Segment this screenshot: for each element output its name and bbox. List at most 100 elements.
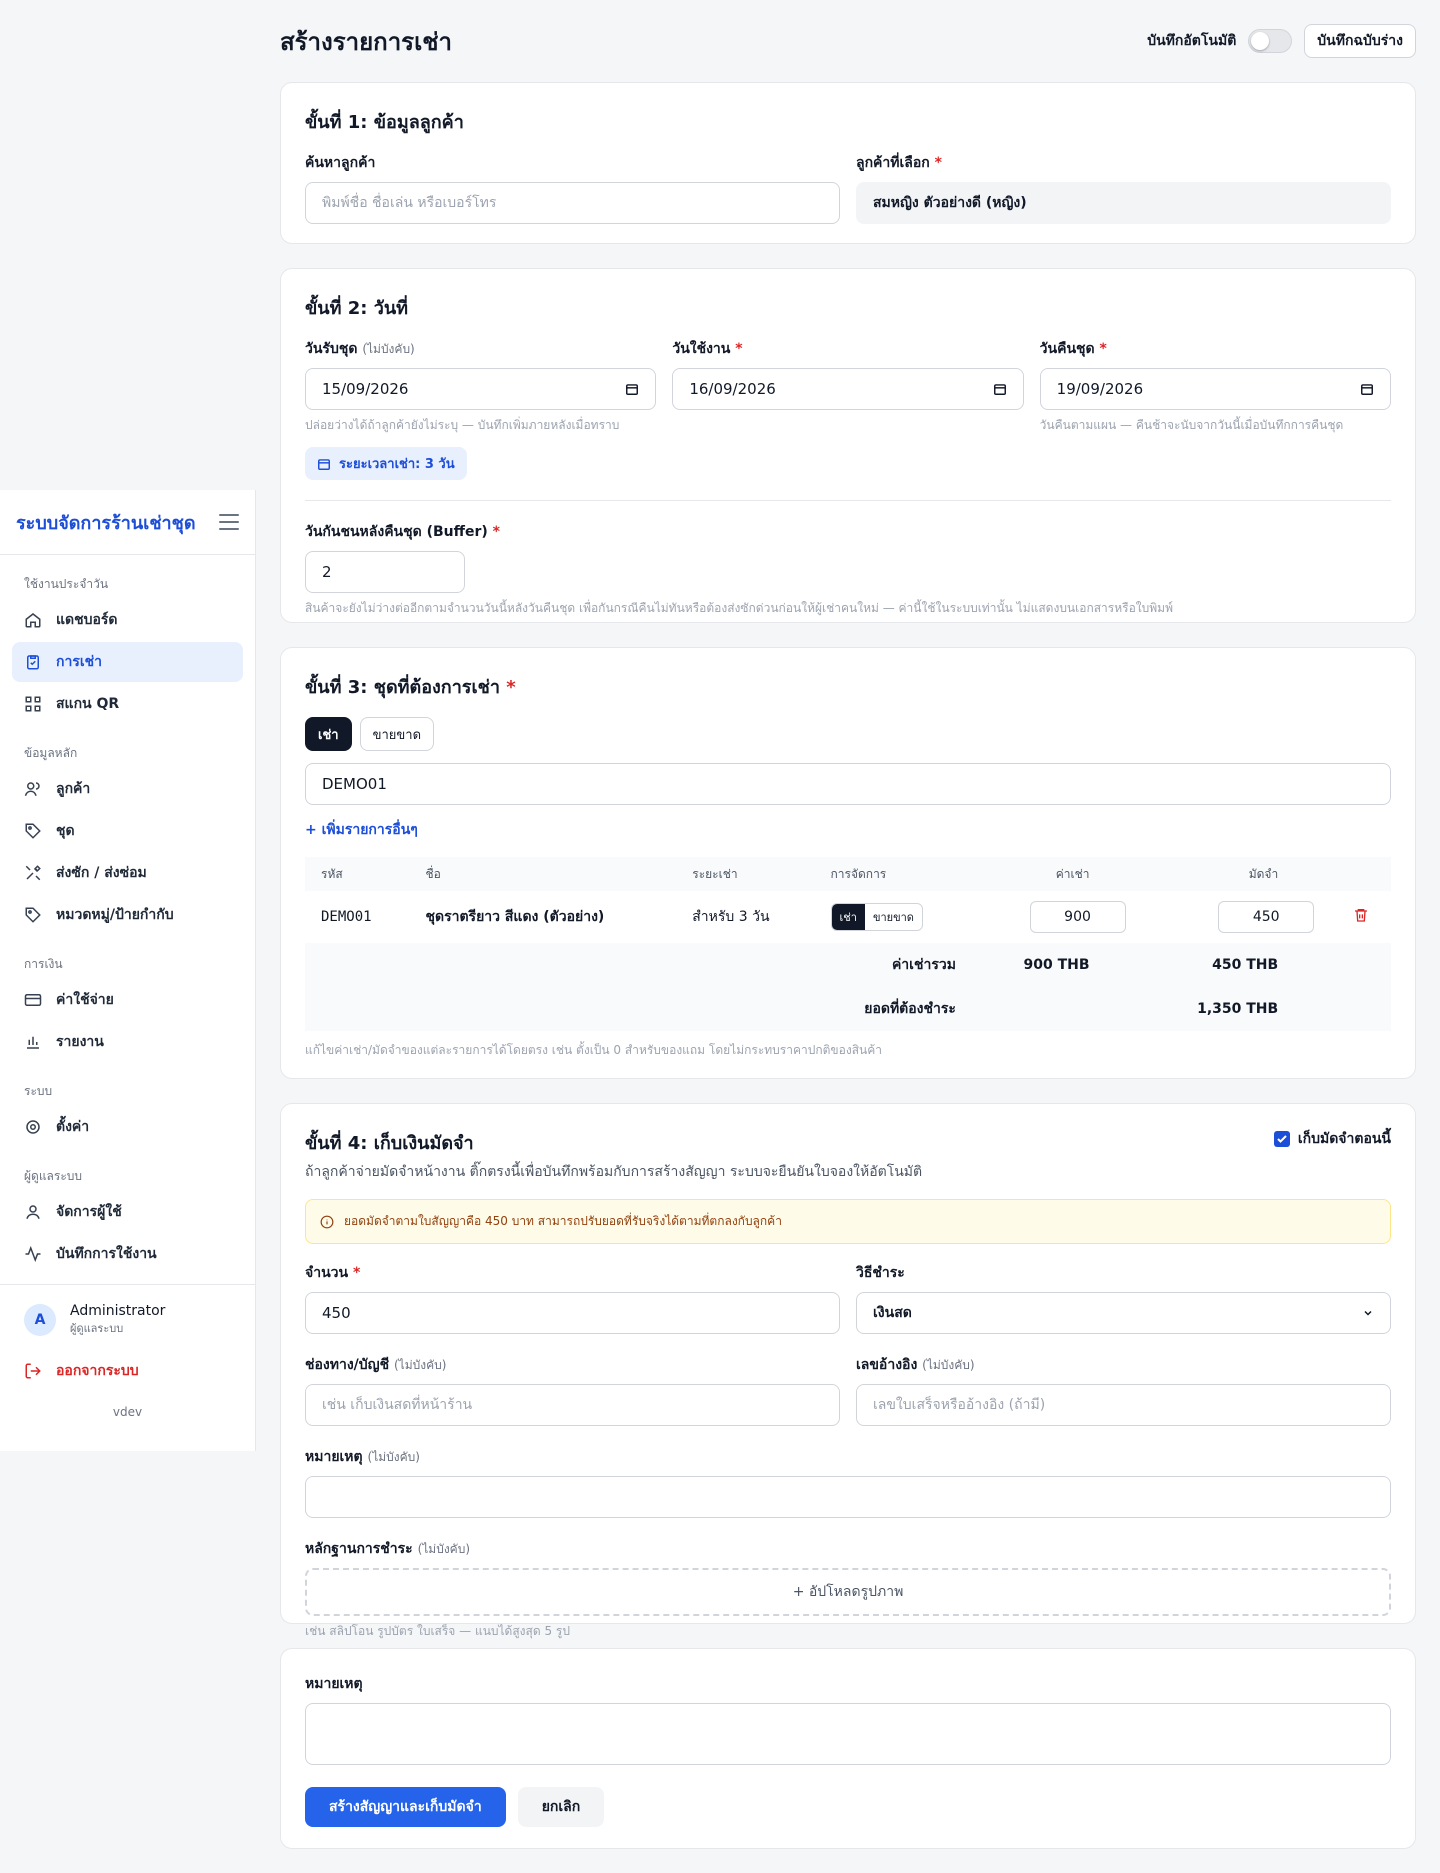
sidebar-item-label: ค่าใช้จ่าย (56, 992, 114, 1008)
sidebar-item-label: หมวดหมู่/ป้ายกำกับ (56, 907, 174, 923)
create-contract-button[interactable]: สร้างสัญญาและเก็บมัดจำ (305, 1787, 506, 1827)
row-rent-cell: 900 (972, 891, 1142, 943)
amount-label: จำนวน * (305, 1265, 361, 1281)
trash-icon[interactable] (1353, 907, 1369, 923)
row-rent-input[interactable]: 900 (1029, 901, 1126, 933)
method-select[interactable]: เงินสด (856, 1292, 1391, 1334)
amount-input[interactable]: 450 (305, 1292, 840, 1334)
row-mode-rent[interactable]: เช่า (831, 904, 865, 930)
note-textarea[interactable] (305, 1703, 1391, 1765)
sidebar-item-cleaning[interactable]: ส่งซัก / ส่งซ่อม (12, 853, 243, 893)
logout-label: ออกจากระบบ (56, 1363, 139, 1379)
payment-note-input[interactable] (305, 1476, 1391, 1518)
logout-icon (25, 1363, 41, 1379)
tab-sell[interactable]: ขายขาด (359, 717, 435, 751)
pickup-date-input[interactable]: 15/09/2026 (305, 368, 657, 410)
table-header: รหัส ชื่อ ระยะเช่า การจัดการ ค่าเช่า มัด… (305, 857, 1391, 891)
sidebar-item-label: แดชบอร์ด (56, 612, 118, 628)
row-actions (1330, 891, 1391, 943)
tag-icon (25, 823, 41, 839)
mode-tabs: เช่า ขายขาด (305, 717, 1391, 751)
step1-card: ขั้นที่ 1: ข้อมูลลูกค้า ค้นหาลูกค้า พิมพ… (280, 82, 1416, 244)
bar-chart-icon (27, 1036, 39, 1049)
credit-card-icon (24, 994, 42, 1006)
add-item-link[interactable]: + เพิ่มรายการอื่นๆ (305, 819, 1391, 841)
user-card: A Administrator ผู้ดูแลระบบ (0, 1284, 255, 1337)
collect-now-checkbox[interactable]: เก็บมัดจำตอนนี้ (1273, 1128, 1391, 1150)
items-table: รหัส ชื่อ ระยะเช่า การจัดการ ค่าเช่า มัด… (305, 857, 1391, 1031)
duration-badge: ระยะเวลาเช่า: 3 วัน (305, 447, 467, 480)
save-draft-button[interactable]: บันทึกฉบับร่าง (1304, 24, 1416, 58)
section-finance: การเงิน (24, 957, 63, 971)
calendar-icon[interactable] (625, 382, 639, 396)
sidebar-item-rentals[interactable]: การเช่า (12, 642, 243, 682)
sidebar-item-dashboard[interactable]: แดชบอร์ด (12, 600, 243, 640)
pickup-date-value: 15/09/2026 (322, 380, 409, 398)
total-deposit: 450 THB (1141, 943, 1331, 987)
calendar-icon[interactable] (993, 382, 1007, 396)
cancel-button[interactable]: ยกเลิก (517, 1787, 605, 1827)
return-hint: วันคืนตามแผน — คืนช้าจะนับจากวันนี้เมื่อ… (1039, 418, 1344, 432)
section-admin: ผู้ดูแลระบบ (24, 1169, 83, 1183)
channel-input[interactable]: เช่น เก็บเงินสดที่หน้าร้าน (305, 1384, 840, 1426)
pickup-label-text: วันรับชุด (305, 341, 358, 357)
gear-icon (26, 1120, 40, 1134)
sidebar-item-customers[interactable]: ลูกค้า (12, 769, 243, 809)
calendar-icon[interactable] (1360, 382, 1374, 396)
brand-title[interactable]: ระบบจัดการร้านเช่าชุด (16, 508, 196, 537)
sidebar-item-label: บันทึกการใช้งาน (56, 1246, 157, 1262)
row-name: ชุดราตรียาว สีแดง (ตัวอย่าง) (425, 909, 605, 925)
sidebar-item-scan[interactable]: สแกน QR (12, 684, 243, 724)
upload-image-button[interactable]: + อัปโหลดรูปภาพ (305, 1568, 1391, 1616)
col-deposit: มัดจำ (1141, 857, 1331, 891)
qr-icon (25, 696, 41, 712)
section-daily: ใช้งานประจำวัน (24, 577, 109, 591)
dress-code-input[interactable]: DEMO01 (305, 763, 1391, 805)
step2-title: ขั้นที่ 2: วันที่ (305, 298, 409, 319)
row-deposit-input[interactable]: 450 (1218, 901, 1315, 933)
col-code: รหัส (305, 857, 410, 891)
selected-customer-label-text: ลูกค้าที่เลือก (856, 155, 930, 171)
col-period: ระยะเช่า (676, 857, 815, 891)
return-date-value: 19/09/2026 (1056, 380, 1144, 398)
tab-rent[interactable]: เช่า (305, 717, 352, 751)
reference-input[interactable]: เลขใบเสร็จหรืออ้างอิง (ถ้ามี) (856, 1384, 1391, 1426)
sidebar-item-label: รายงาน (56, 1034, 104, 1050)
collect-now-label: เก็บมัดจำตอนนี้ (1297, 1131, 1391, 1147)
return-date-input[interactable]: 19/09/2026 (1039, 368, 1391, 410)
sidebar-item-expenses[interactable]: ค่าใช้จ่าย (12, 980, 243, 1020)
use-date-input[interactable]: 16/09/2026 (672, 368, 1024, 410)
sidebar-item-settings[interactable]: ตั้งค่า (12, 1107, 243, 1147)
step1-title: ขั้นที่ 1: ข้อมูลลูกค้า (305, 112, 464, 133)
col-manage: การจัดการ (814, 857, 972, 891)
buffer-label-text: วันกันชนหลังคืนชุด (Buffer) (305, 524, 488, 540)
row-manage: เช่า ขายขาด (815, 891, 972, 943)
sidebar-item-label: การเช่า (56, 654, 103, 670)
customer-search-input[interactable]: พิมพ์ชื่อ ชื่อเล่น หรือเบอร์โทร (305, 182, 840, 224)
proof-label: หลักฐานการชำระ (ไม่บังคับ) (305, 1538, 1391, 1560)
home-icon (25, 613, 41, 628)
autosave-toggle[interactable] (1248, 29, 1293, 53)
header-actions: บันทึกอัตโนมัติ บันทึกฉบับร่าง (1147, 24, 1416, 58)
logout-button[interactable]: ออกจากระบบ (12, 1351, 243, 1391)
channel-label-text: ช่องทาง/บัญชี (305, 1357, 390, 1373)
sidebar-item-categories[interactable]: หมวดหมู่/ป้ายกำกับ (12, 895, 243, 935)
duration-text: ระยะเวลาเช่า: 3 วัน (339, 457, 455, 472)
sidebar-item-logs[interactable]: บันทึกการใช้งาน (12, 1234, 243, 1274)
sidebar-item-reports[interactable]: รายงาน (12, 1022, 243, 1062)
step4-title: ขั้นที่ 4: เก็บเงินมัดจำ (305, 1133, 474, 1154)
channel-label: ช่องทาง/บัญชี (ไม่บังคับ) (305, 1354, 840, 1376)
buffer-input[interactable]: 2 (305, 551, 465, 593)
clipboard-icon (27, 655, 39, 670)
row-mode-sell[interactable]: ขายขาด (865, 904, 922, 930)
total-rent: 900 THB (971, 943, 1142, 987)
sidebar-item-dresses[interactable]: ชุด (12, 811, 243, 851)
step4-subtitle: ถ้าลูกค้าจ่ายมัดจำหน้างาน ติ๊กตรงนี้เพื่… (305, 1164, 923, 1180)
version-label: vdev (112, 1405, 143, 1419)
users-icon (24, 782, 40, 796)
page-title: สร้างรายการเช่า (280, 27, 453, 56)
checkbox-checked-icon[interactable] (1273, 1131, 1290, 1147)
menu-icon[interactable] (219, 514, 239, 530)
sidebar-item-users[interactable]: จัดการผู้ใช้ (12, 1192, 243, 1232)
chevron-down-icon (1364, 1310, 1372, 1316)
